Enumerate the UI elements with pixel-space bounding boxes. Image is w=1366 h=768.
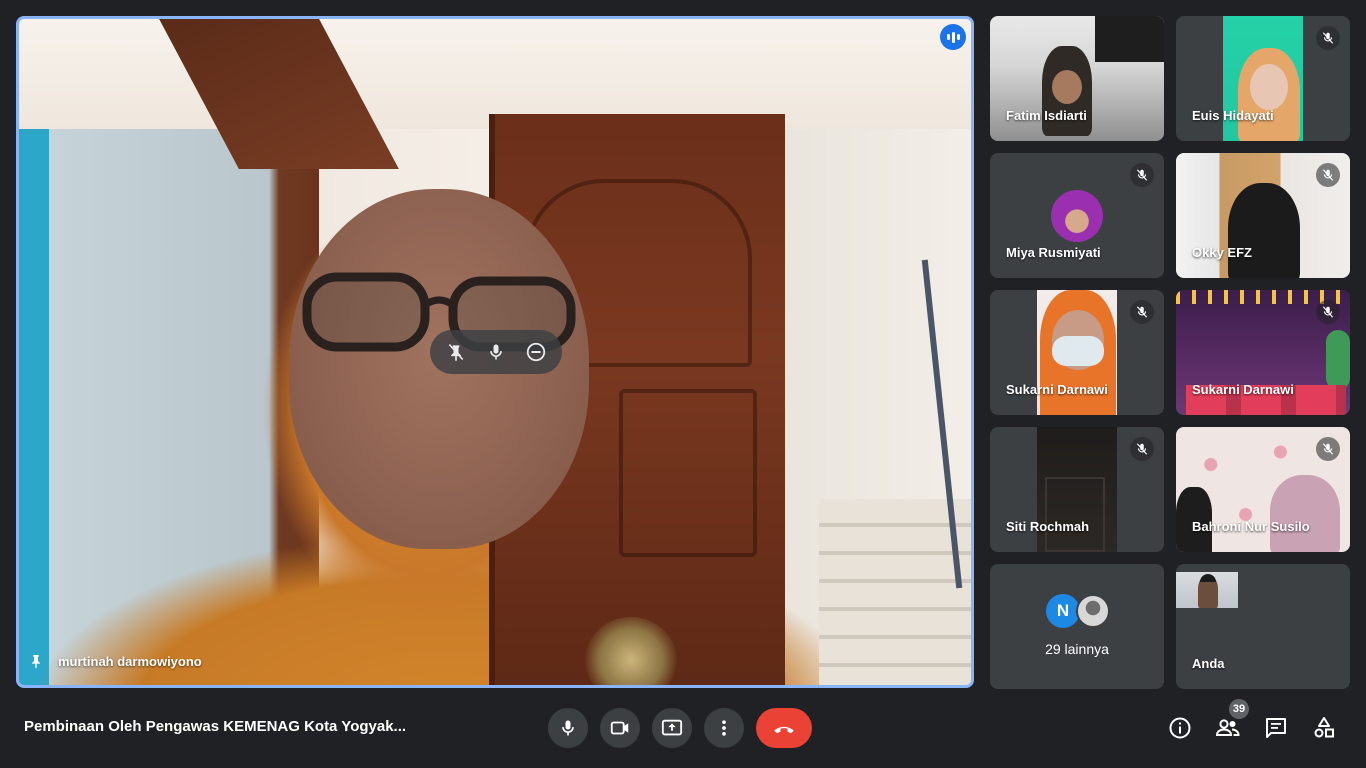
end-call-button[interactable] xyxy=(756,708,812,748)
participant-name: Sukarni Darnawi xyxy=(1192,382,1294,397)
camera-button[interactable] xyxy=(600,708,640,748)
participant-video xyxy=(1250,64,1288,110)
camera-icon xyxy=(610,721,629,735)
people-icon xyxy=(1215,719,1240,736)
chat-icon xyxy=(1266,718,1286,738)
participant-tile[interactable]: Euis Hidayati xyxy=(1176,16,1350,141)
others-tile[interactable]: N 29 lainnya xyxy=(990,564,1164,689)
self-tile[interactable]: Anda xyxy=(1176,564,1350,689)
mic-icon xyxy=(562,720,574,736)
mic-muted-icon xyxy=(1316,26,1340,50)
participant-name: Euis Hidayati xyxy=(1192,108,1274,123)
present-screen-icon xyxy=(661,719,683,736)
mic-muted-icon xyxy=(1316,163,1340,187)
participant-video xyxy=(1095,16,1164,62)
mic-button[interactable] xyxy=(548,708,588,748)
participant-name: Bahroni Nur Susilo xyxy=(1192,519,1310,534)
participant-tile[interactable]: Sukarni Darnawi xyxy=(990,290,1164,415)
participant-name: Sukarni Darnawi xyxy=(1006,382,1108,397)
participant-tile[interactable]: Siti Rochmah xyxy=(990,427,1164,552)
activities-button[interactable] xyxy=(1308,712,1340,744)
speaking-indicator-icon xyxy=(940,24,966,50)
participant-name: Fatim Isdiarti xyxy=(1006,108,1087,123)
remove-participant-icon[interactable] xyxy=(522,338,550,366)
participant-avatar xyxy=(1051,190,1103,242)
mic-muted-icon xyxy=(1316,300,1340,324)
tile-hover-controls xyxy=(430,330,562,374)
people-count-badge: 39 xyxy=(1229,699,1249,719)
mute-participant-mic-icon[interactable] xyxy=(482,338,510,366)
participant-video xyxy=(1052,336,1104,366)
others-count-label: 29 lainnya xyxy=(1045,641,1109,657)
pin-icon xyxy=(32,655,40,669)
meeting-info-button[interactable] xyxy=(1164,712,1196,744)
participant-video xyxy=(1052,70,1082,104)
participant-video xyxy=(1228,183,1300,278)
participant-video xyxy=(1045,477,1105,552)
participant-tile[interactable]: Bahroni Nur Susilo xyxy=(1176,427,1350,552)
others-avatar-photo xyxy=(1076,594,1110,628)
participant-name: Okky EFZ xyxy=(1192,245,1252,260)
participant-name: Siti Rochmah xyxy=(1006,519,1090,534)
meeting-title[interactable]: Pembinaan Oleh Pengawas KEMENAG Kota Yog… xyxy=(24,718,424,735)
participant-name: Miya Rusmiyati xyxy=(1006,245,1101,260)
participant-video xyxy=(1326,330,1350,390)
participant-tile[interactable]: Sukarni Darnawi xyxy=(1176,290,1350,415)
video-background xyxy=(19,19,971,129)
main-speaker-name: murtinah darmowiyono xyxy=(58,653,202,669)
participant-tile[interactable]: Okky EFZ xyxy=(1176,153,1350,278)
participant-video xyxy=(1270,475,1340,552)
more-vert-icon xyxy=(722,720,726,736)
more-options-button[interactable] xyxy=(704,708,744,748)
chat-button[interactable] xyxy=(1260,712,1292,744)
present-screen-button[interactable] xyxy=(652,708,692,748)
main-speaker-name-row: murtinah darmowiyono xyxy=(28,652,202,670)
mic-muted-icon xyxy=(1130,437,1154,461)
self-name: Anda xyxy=(1192,656,1225,671)
mic-muted-icon xyxy=(1130,163,1154,187)
info-icon xyxy=(1169,717,1191,739)
others-avatar-initial: N xyxy=(1046,594,1080,628)
video-background xyxy=(619,389,757,557)
participant-tile[interactable]: Miya Rusmiyati xyxy=(990,153,1164,278)
mic-muted-icon xyxy=(1316,437,1340,461)
end-call-icon xyxy=(774,726,794,734)
activities-icon xyxy=(1314,717,1334,738)
pin-off-icon[interactable] xyxy=(442,338,470,366)
mic-muted-icon xyxy=(1130,300,1154,324)
participant-tile[interactable]: Fatim Isdiarti xyxy=(990,16,1164,141)
